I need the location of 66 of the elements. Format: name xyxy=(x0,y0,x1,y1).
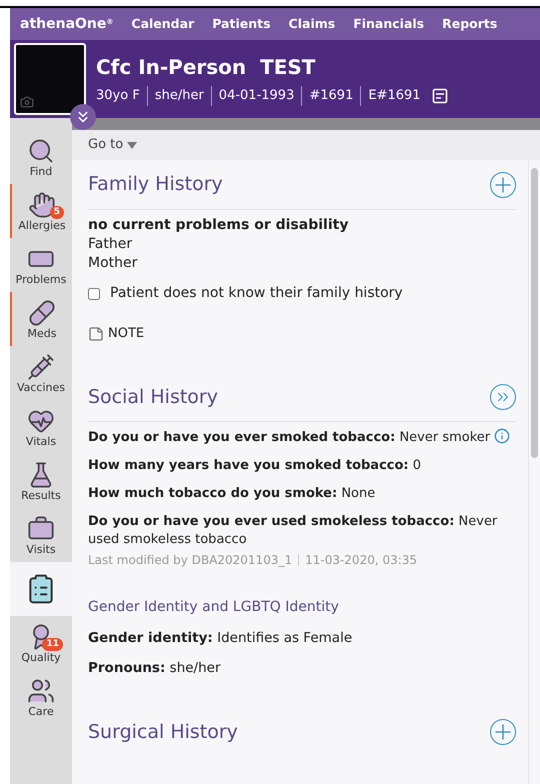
section-title: Family History xyxy=(88,172,223,198)
patient-name: Cfc In-Person TEST xyxy=(96,54,316,82)
condition-text: no current problems or disability xyxy=(88,216,350,235)
pill-icon xyxy=(28,298,56,326)
sidebar-label: Visits xyxy=(26,542,56,556)
sidebar-label: Find xyxy=(30,164,52,178)
sidebar-item[interactable]: Problems xyxy=(10,238,72,292)
camera-icon xyxy=(20,95,34,109)
add-icon[interactable] xyxy=(490,172,516,198)
caret-icon xyxy=(127,142,138,148)
history-answer: How much tobacco do you smoke: None xyxy=(88,486,376,500)
syringe-icon xyxy=(27,352,55,380)
sidebar-item[interactable]: Visits xyxy=(10,508,72,562)
hand-icon xyxy=(28,190,56,218)
photo-placeholder[interactable] xyxy=(14,43,86,115)
sidebar-item[interactable]: Care xyxy=(10,670,72,724)
modified-by: Last modified by DBA20201103_1 xyxy=(88,552,292,568)
patient-detail: 04-01-1993 xyxy=(210,86,302,106)
history-answer: Do you or have you ever used smokeless tobacco: Never used smokeless tobacco xyxy=(88,514,498,546)
nav-link[interactable]: Patients xyxy=(212,14,271,34)
sidebar-label: Meds xyxy=(28,326,56,340)
patient-detail: #1691 xyxy=(301,86,360,106)
notes-icon[interactable] xyxy=(432,88,448,104)
section-title: Surgical History xyxy=(88,720,238,745)
goto-menu[interactable]: Go to xyxy=(88,135,138,155)
relative-text: Mother xyxy=(88,254,138,273)
double-chevron-icon[interactable] xyxy=(490,384,516,410)
patient-detail: she/her xyxy=(146,86,211,106)
app-logo[interactable]: athenaOne$^{®}$ xyxy=(20,14,114,34)
history-answer: Pronouns: she/her xyxy=(88,658,222,678)
note-icon[interactable] xyxy=(88,326,104,342)
sidebar-label: Problems xyxy=(16,272,66,286)
history-answer: Gender identity: Identifies as Female xyxy=(88,628,354,648)
subsection-title: Gender Identity and LGBTQ Identity xyxy=(88,598,340,616)
checkbox-label: Patient does not know their family history xyxy=(110,284,403,303)
sidebar-item[interactable]: Results xyxy=(10,454,72,508)
modified-date: 11-03-2020, 03:35 xyxy=(305,552,418,568)
count-badge: 11 xyxy=(42,638,63,650)
sidebar-label: Vaccines xyxy=(16,380,66,394)
sidebar-item[interactable]: Vitals xyxy=(10,400,72,454)
patient-detail: 30yo F xyxy=(96,87,141,106)
sidebar-label: Vitals xyxy=(26,434,56,448)
nav-link[interactable]: Reports xyxy=(442,14,498,34)
nav-link[interactable]: Claims xyxy=(288,14,336,34)
scrollbar-thumb[interactable] xyxy=(531,168,538,458)
sidebar-item[interactable]: Vaccines xyxy=(10,346,72,400)
nav-link[interactable]: Financials xyxy=(353,14,424,34)
sidebar-label: Care xyxy=(28,704,54,718)
info-icon[interactable] xyxy=(494,428,510,444)
sidebar-item[interactable]: 11 Quality xyxy=(10,616,72,670)
sidebar-label: Results xyxy=(21,488,61,502)
magnifier-icon xyxy=(27,136,55,164)
note-link[interactable]: NOTE xyxy=(108,324,144,344)
sidebar-label: Allergies xyxy=(18,218,66,232)
sidebar-item[interactable] xyxy=(10,562,72,616)
relative-text: Father xyxy=(88,235,134,254)
section-title: Social History xyxy=(88,384,218,410)
add-icon[interactable] xyxy=(490,719,516,745)
sidebar-label: Quality xyxy=(21,650,61,664)
history-answer: How many years have you smoked tobacco: 0 xyxy=(88,458,422,472)
checkbox[interactable] xyxy=(88,288,100,300)
people-icon xyxy=(27,676,55,704)
patient-detail: E#1691 xyxy=(360,86,428,106)
history-answer: Do you or have you ever smoked tobacco: Never smoker xyxy=(88,430,490,444)
nav-link[interactable]: Calendar xyxy=(131,14,194,34)
sidebar-item[interactable]: Find xyxy=(10,130,72,184)
